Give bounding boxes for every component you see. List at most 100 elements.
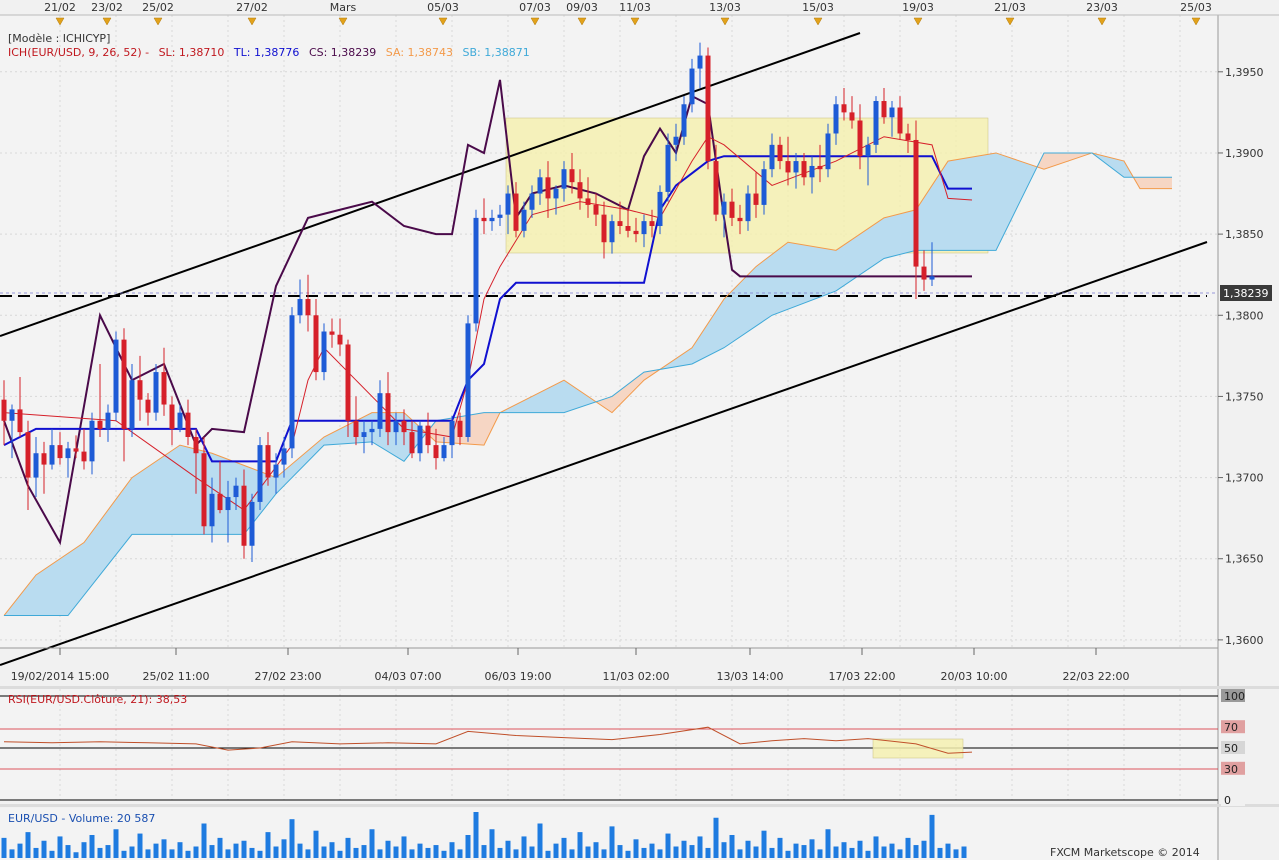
candle-body[interactable] bbox=[161, 372, 167, 405]
candle-body[interactable] bbox=[505, 193, 511, 215]
candle-body[interactable] bbox=[689, 68, 695, 105]
candle-body[interactable] bbox=[265, 445, 271, 478]
candle-body[interactable] bbox=[585, 198, 591, 205]
candle-body[interactable] bbox=[369, 428, 375, 433]
candle-body[interactable] bbox=[577, 182, 583, 199]
candle-body[interactable] bbox=[921, 266, 927, 280]
candle-body[interactable] bbox=[737, 217, 743, 222]
candle-body[interactable] bbox=[497, 214, 503, 218]
candle-body[interactable] bbox=[809, 165, 815, 178]
candle-body[interactable] bbox=[473, 217, 479, 324]
candle-body[interactable] bbox=[825, 133, 831, 170]
candle-body[interactable] bbox=[769, 144, 775, 170]
candle-body[interactable] bbox=[553, 188, 559, 199]
candle-body[interactable] bbox=[257, 445, 263, 502]
candle-body[interactable] bbox=[633, 230, 639, 235]
candle-body[interactable] bbox=[441, 445, 447, 459]
candle-body[interactable] bbox=[865, 144, 871, 157]
candle-body[interactable] bbox=[81, 451, 87, 462]
candle-body[interactable] bbox=[929, 276, 935, 280]
candle-body[interactable] bbox=[289, 315, 295, 449]
candle-body[interactable] bbox=[793, 161, 799, 173]
candle-body[interactable] bbox=[121, 339, 127, 429]
candle-body[interactable] bbox=[665, 144, 671, 192]
candle-body[interactable] bbox=[377, 393, 383, 429]
candle-body[interactable] bbox=[145, 399, 151, 413]
candle-body[interactable] bbox=[89, 420, 95, 462]
candle-body[interactable] bbox=[305, 299, 311, 316]
candle-body[interactable] bbox=[457, 420, 463, 437]
candle-body[interactable] bbox=[201, 453, 207, 527]
candle-body[interactable] bbox=[9, 409, 15, 421]
candle-body[interactable] bbox=[913, 139, 919, 267]
candle-body[interactable] bbox=[297, 299, 303, 316]
candle-body[interactable] bbox=[129, 380, 135, 429]
candle-body[interactable] bbox=[841, 104, 847, 113]
candle-body[interactable] bbox=[489, 217, 495, 222]
trading-chart[interactable]: 21/02 23/02 25/02 27/02 Mars 05/03 07/03 09/03 1… bbox=[0, 0, 1279, 860]
candle-body[interactable] bbox=[753, 193, 759, 205]
panel-splitter-2[interactable] bbox=[0, 804, 1279, 807]
candle-body[interactable] bbox=[905, 133, 911, 140]
candle-body[interactable] bbox=[313, 315, 319, 373]
candle-body[interactable] bbox=[649, 221, 655, 226]
candle-body[interactable] bbox=[641, 221, 647, 235]
candle-body[interactable] bbox=[113, 339, 119, 413]
candle-body[interactable] bbox=[889, 107, 895, 118]
candle-body[interactable] bbox=[705, 55, 711, 162]
candle-body[interactable] bbox=[465, 323, 471, 437]
candle-body[interactable] bbox=[481, 217, 487, 222]
candle-body[interactable] bbox=[529, 193, 535, 210]
candle-body[interactable] bbox=[169, 404, 175, 429]
candle-body[interactable] bbox=[833, 104, 839, 134]
candle-body[interactable] bbox=[49, 445, 55, 465]
candle-body[interactable] bbox=[385, 393, 391, 433]
candle-body[interactable] bbox=[521, 209, 527, 231]
candle-body[interactable] bbox=[193, 437, 199, 454]
candle-body[interactable] bbox=[185, 412, 191, 437]
candle-body[interactable] bbox=[17, 409, 23, 433]
candle-body[interactable] bbox=[673, 136, 679, 145]
candle-body[interactable] bbox=[241, 485, 247, 546]
candle-body[interactable] bbox=[857, 120, 863, 157]
candle-body[interactable] bbox=[281, 448, 287, 465]
candle-body[interactable] bbox=[817, 165, 823, 170]
candle-body[interactable] bbox=[393, 420, 399, 433]
candle-body[interactable] bbox=[729, 201, 735, 218]
candle-body[interactable] bbox=[329, 331, 335, 335]
candle-body[interactable] bbox=[897, 107, 903, 134]
candle-body[interactable] bbox=[25, 432, 31, 478]
candle-body[interactable] bbox=[65, 448, 71, 459]
candle-body[interactable] bbox=[97, 420, 103, 429]
candle-body[interactable] bbox=[785, 161, 791, 173]
candle-body[interactable] bbox=[337, 334, 343, 345]
candle-body[interactable] bbox=[425, 425, 431, 446]
candle-body[interactable] bbox=[801, 161, 807, 178]
candle-body[interactable] bbox=[409, 432, 415, 454]
candle-body[interactable] bbox=[545, 177, 551, 199]
candle-body[interactable] bbox=[681, 104, 687, 137]
candle-body[interactable] bbox=[561, 169, 567, 189]
candle-body[interactable] bbox=[745, 193, 751, 222]
candle-body[interactable] bbox=[593, 204, 599, 215]
candle-body[interactable] bbox=[657, 191, 663, 226]
candle-body[interactable] bbox=[217, 493, 223, 511]
candle-body[interactable] bbox=[777, 144, 783, 162]
candle-body[interactable] bbox=[761, 169, 767, 205]
candle-body[interactable] bbox=[713, 161, 719, 215]
candle-body[interactable] bbox=[417, 425, 423, 454]
candle-body[interactable] bbox=[33, 453, 39, 478]
candle-body[interactable] bbox=[625, 226, 631, 231]
candle-body[interactable] bbox=[697, 55, 703, 69]
candle-body[interactable] bbox=[537, 177, 543, 194]
candle-body[interactable] bbox=[569, 169, 575, 183]
candle-body[interactable] bbox=[345, 344, 351, 421]
candle-body[interactable] bbox=[361, 432, 367, 437]
candle-body[interactable] bbox=[401, 420, 407, 433]
candle-body[interactable] bbox=[57, 445, 63, 459]
candle-body[interactable] bbox=[249, 501, 255, 546]
candle-body[interactable] bbox=[273, 464, 279, 478]
candle-body[interactable] bbox=[449, 420, 455, 446]
candle-body[interactable] bbox=[137, 380, 143, 400]
candle-body[interactable] bbox=[177, 412, 183, 429]
